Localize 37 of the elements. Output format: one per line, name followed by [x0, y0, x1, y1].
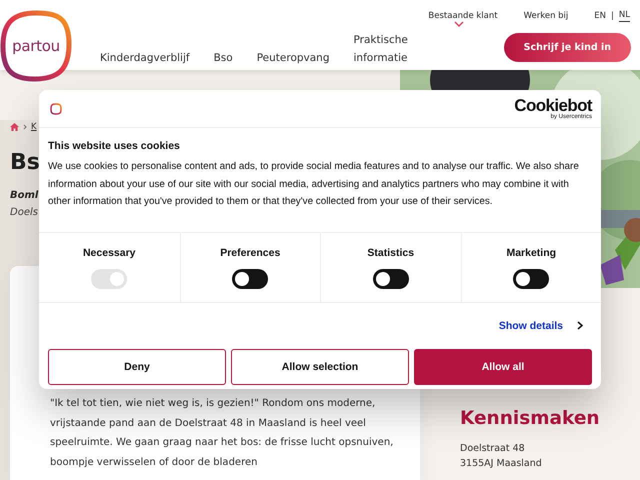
category-label: Necessary	[82, 247, 136, 259]
logo[interactable]: partou	[0, 10, 72, 82]
breadcrumb-link[interactable]: K	[31, 122, 37, 132]
language-link[interactable]: NL	[618, 10, 630, 22]
toggle-switch[interactable]	[232, 269, 268, 289]
category-label: Marketing	[506, 247, 556, 259]
nav-link[interactable]: Praktische informatie	[354, 31, 414, 67]
logo-icon	[50, 102, 62, 114]
nav-link[interactable]: Kinderdagverblijf	[100, 49, 190, 67]
home-icon[interactable]	[10, 123, 19, 131]
toggle-switch[interactable]	[513, 269, 550, 289]
page-title: Bs	[10, 149, 40, 177]
dialog-text: We use cookies to personalise content and ads, to provide social media features and to analyse our traffic. We also share information about your use of our site with our social media, advertising and analytics partners who may combine it with other information that you've provided to them or that they've collected from your use of their services.	[48, 160, 580, 209]
secondary-button[interactable]: Allow selection	[231, 349, 409, 385]
primary-button[interactable]: Allow all	[414, 349, 592, 385]
location-address: Doels	[10, 207, 38, 218]
contact-heading: Kennismaken	[460, 408, 600, 429]
address-line: 3155AJ Maasland	[460, 457, 543, 471]
caret-icon[interactable]	[454, 21, 464, 27]
category-label: Statistics	[367, 247, 414, 259]
details-link[interactable]: Show details	[498, 320, 563, 332]
secondary-button[interactable]: Deny	[48, 349, 226, 385]
separator: |	[611, 11, 614, 21]
location-name: Boml	[10, 190, 38, 201]
intro-text: "Ik tel tot tien, wie niet weg is, is gezien!" Rondom ons moderne, vrijstaande pand aan de Doelstraat 48 in Maasland is heel veel speelruimte. We gaan graag naar het bos: de frisse lucht opsnuiven, boompje verwisselen of door de bladeren	[50, 397, 394, 470]
top-link[interactable]: Werken bij	[524, 11, 568, 21]
address-line: Doelstraat 48	[460, 442, 526, 456]
nav-link[interactable]: Bso	[214, 49, 233, 67]
category-label: Preferences	[220, 247, 280, 259]
language-link[interactable]: EN	[594, 10, 606, 22]
nav-link[interactable]: Peuteropvang	[256, 49, 330, 67]
chevron-icon[interactable]	[577, 321, 583, 330]
top-link[interactable]: Bestaande klant	[428, 11, 498, 21]
toggle-switch[interactable]	[372, 269, 409, 289]
chevron-icon	[23, 124, 27, 130]
dialog-title: This website uses cookies	[48, 140, 181, 152]
enroll-button[interactable]: Schrijf je kind in	[504, 32, 631, 62]
